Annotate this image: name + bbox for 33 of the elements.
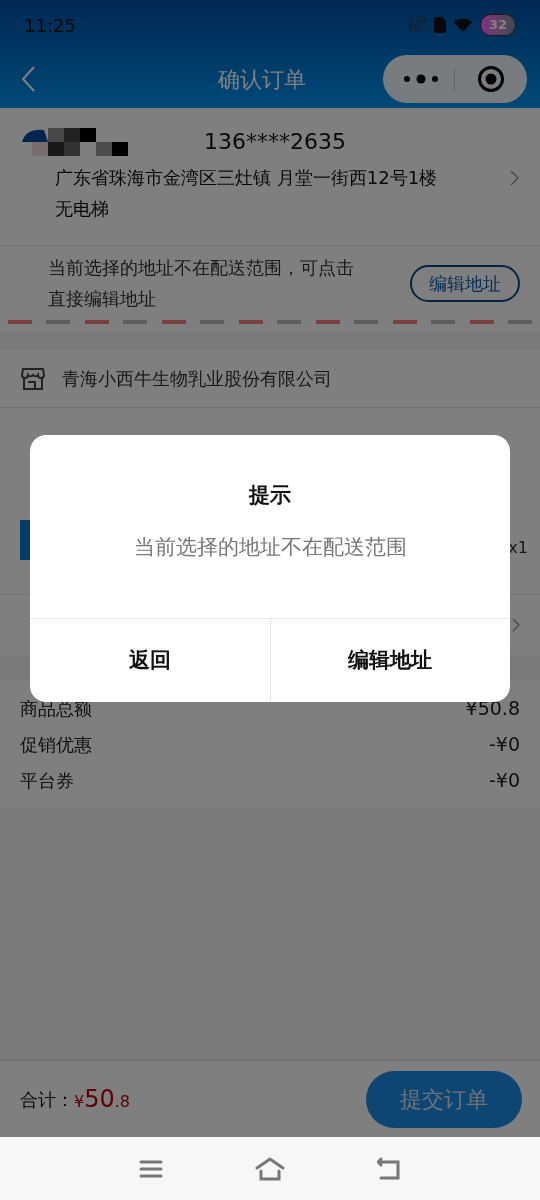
dialog-title: 提示 <box>247 482 292 509</box>
address-text: 广东省珠海市金湾区三灶镇 月堂一街西12号1楼无电梯 <box>55 166 439 221</box>
back-icon[interactable] <box>20 65 36 93</box>
total-amount: ¥50.8 <box>74 1084 130 1115</box>
summary-label: 平台券 <box>20 768 74 793</box>
dialog-message: 当前选择的地址不在配送范围 <box>133 533 407 561</box>
warning-text: 当前选择的地址不在配送范围，可点击直接编辑地址 <box>48 256 355 311</box>
battery-indicator: 32 <box>479 14 516 36</box>
phone-number: 136****2635 <box>204 127 346 156</box>
store-name: 青海小西牛生物乳业股份有限公司 <box>62 367 332 391</box>
chevron-right-icon <box>510 170 520 186</box>
more-icon[interactable] <box>403 74 439 84</box>
chevron-right-icon <box>512 618 520 632</box>
total-label: 合计： <box>20 1087 74 1112</box>
store-icon <box>20 365 46 392</box>
network-speed: 4.20 KB/s <box>408 17 426 33</box>
menu-icon[interactable] <box>139 1158 163 1179</box>
dialog-button[interactable]: 返回 <box>30 619 270 702</box>
home-icon[interactable] <box>255 1156 285 1181</box>
back-icon[interactable] <box>377 1156 401 1181</box>
product-quantity: x1 <box>508 537 528 559</box>
status-time: 11:25 <box>24 13 76 38</box>
sim-card-icon <box>433 17 446 33</box>
summary-value: -¥0 <box>488 731 520 757</box>
summary-label: 促销优惠 <box>20 732 92 757</box>
address-card[interactable]: 136****2635 广东省珠海市金湾区三灶镇 月堂一街西12号1楼无电梯 <box>0 108 540 245</box>
capsule-menu[interactable] <box>383 55 527 103</box>
page-title: 确认订单 <box>218 65 306 94</box>
summary-value: -¥0 <box>488 767 520 793</box>
wifi-icon <box>453 18 472 32</box>
close-icon[interactable] <box>477 65 505 93</box>
edit-address-button[interactable]: 编辑地址 <box>410 264 520 302</box>
dialog-button[interactable]: 编辑地址 <box>269 619 510 702</box>
